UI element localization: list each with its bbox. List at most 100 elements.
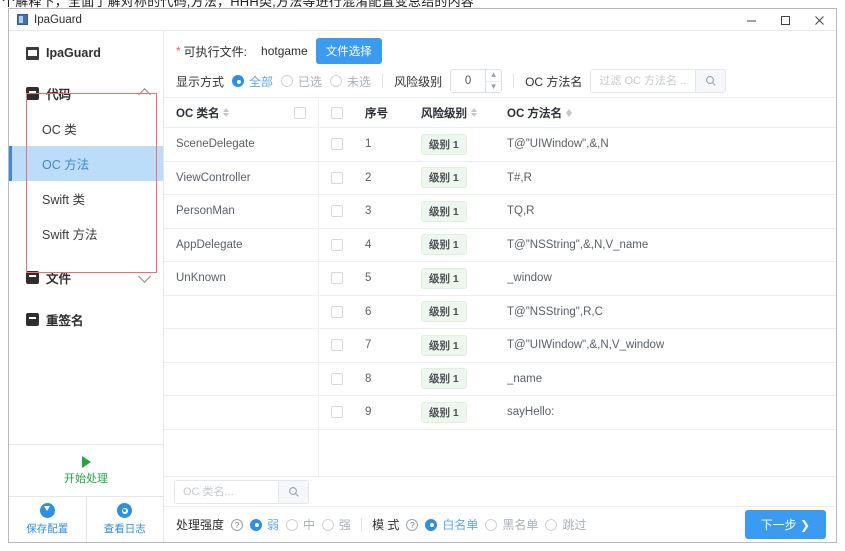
oc-class-col-name[interactable]: OC 类名	[164, 105, 282, 121]
save-config-button[interactable]: 保存配置	[9, 497, 86, 542]
row-risk: 级别 1	[409, 234, 495, 256]
oc-method-col-name[interactable]: OC 方法名	[495, 105, 836, 121]
row-checkbox[interactable]	[331, 406, 343, 419]
strength-medium[interactable]: 中	[286, 516, 315, 533]
strength-weak[interactable]: 弱	[250, 516, 279, 533]
row-checkbox-cell	[319, 339, 353, 352]
sidebar-group-file[interactable]: 文件	[9, 259, 163, 295]
table-row[interactable]: AppDelegate	[164, 229, 318, 262]
sidebar-item-oc-method-label: OC 方法	[42, 158, 90, 172]
risk-level-label: 风险级别	[394, 74, 443, 89]
row-no: 5	[365, 272, 372, 285]
mode-skip[interactable]: 跳过	[545, 516, 586, 533]
stepper-down-icon[interactable]: ▼	[486, 80, 502, 93]
row-checkbox[interactable]	[331, 305, 343, 318]
row-method-name: T@"NSString",&,N,V_name	[495, 239, 836, 251]
table-row[interactable]: UnKnown	[164, 262, 318, 296]
mode-blacklist[interactable]: 黑名单	[485, 516, 538, 533]
row-checkbox[interactable]	[331, 238, 343, 251]
maximize-button[interactable]	[768, 9, 802, 31]
radio-dot-icon	[485, 518, 498, 531]
method-filter-input[interactable]	[591, 70, 696, 92]
choose-file-button[interactable]: 文件选择	[315, 38, 382, 64]
strength-label: 处理强度	[176, 518, 225, 532]
sidebar-item-oc-method[interactable]: OC 方法	[9, 146, 163, 181]
row-checkbox-cell	[319, 138, 353, 151]
row-risk: 级别 1	[409, 334, 495, 356]
row-checkbox-cell	[319, 272, 353, 285]
tables-split: OC 类名 SceneDelegate ViewController Perso…	[164, 97, 836, 476]
risk-level-stepper[interactable]: 0 ▲ ▼	[450, 69, 503, 93]
row-method-name-text: T@"UIWindow",&,N,V_window	[507, 339, 665, 352]
table-row[interactable]: 2 级别 1 T#,R	[319, 162, 836, 195]
oc-method-col-risk[interactable]: 风险级别	[409, 105, 495, 121]
stepper-up-icon[interactable]: ▲	[486, 70, 501, 81]
table-row[interactable]: ViewController	[164, 162, 318, 195]
divider	[382, 74, 384, 88]
sidebar-item-swift-method[interactable]: Swift 方法	[9, 216, 163, 251]
table-row[interactable]: 7 级别 1 T@"UIWindow",&,N,V_window	[319, 329, 836, 363]
display-mode-unselected[interactable]: 未选	[330, 73, 371, 90]
select-all-checkbox[interactable]	[294, 106, 306, 119]
radio-dot-icon	[250, 518, 263, 531]
mode-whitelist-label: 白名单	[442, 518, 479, 532]
minimize-button[interactable]	[734, 9, 768, 31]
table-row[interactable]: 4 级别 1 T@"NSString",&,N,V_name	[319, 229, 836, 262]
sidebar-group-resign-label: 重签名	[46, 313, 84, 328]
row-no: 6	[365, 305, 372, 318]
mode-whitelist[interactable]: 白名单	[425, 516, 478, 533]
table-row[interactable]: SceneDelegate	[164, 128, 318, 162]
sidebar-group-code[interactable]: 代码	[9, 75, 163, 111]
oc-class-col-name-label: OC 类名	[176, 107, 220, 120]
next-step-button[interactable]: 下一步 ❯	[744, 510, 826, 539]
sidebar-item-swift-method-label: Swift 方法	[42, 228, 98, 242]
table-row[interactable]: 5 级别 1 _window	[319, 262, 836, 296]
display-mode-all[interactable]: 全部	[232, 73, 273, 90]
display-mode-selected[interactable]: 已选	[281, 73, 322, 90]
class-filter-search	[174, 479, 309, 504]
oc-method-col-no: 序号	[353, 105, 409, 121]
strength-strong[interactable]: 强	[322, 516, 351, 533]
table-row[interactable]: 3 级别 1 TQ,R	[319, 195, 836, 229]
mode-help-icon[interactable]: ?	[406, 518, 419, 531]
row-checkbox-cell	[319, 238, 353, 251]
view-log-button[interactable]: 查看日志	[85, 497, 164, 542]
sidebar-item-oc-class[interactable]: OC 类	[9, 111, 163, 146]
table-row[interactable]: 9 级别 1 sayHello:	[319, 396, 836, 430]
sort-icon[interactable]	[565, 108, 572, 117]
executable-file-row: * 可执行文件: hotgame 文件选择	[164, 31, 836, 65]
row-method-name: TQ,R	[495, 205, 836, 217]
table-row[interactable]: 6 级别 1 T@"NSString",R,C	[319, 296, 836, 329]
table-row[interactable]: PersonMan	[164, 195, 318, 229]
page-top-note: 个解释下，全面了解对称的代码,方法，HHH类,方法等进行混淆配置变总结的内容	[0, 0, 845, 8]
sidebar-group-resign[interactable]: 重签名	[9, 301, 163, 337]
table-row[interactable]: 1 级别 1 T@"UIWindow",&,N	[319, 128, 836, 162]
row-checkbox[interactable]	[331, 171, 343, 184]
sidebar-item-swift-class[interactable]: Swift 类	[9, 181, 163, 216]
row-method-name: _name	[495, 373, 836, 385]
row-risk: 级别 1	[409, 167, 495, 189]
select-all-checkbox[interactable]	[331, 106, 343, 119]
row-checkbox[interactable]	[331, 372, 343, 385]
strength-help-icon[interactable]: ?	[231, 518, 244, 531]
oc-method-table-header: 序号 风险级别 OC 方法名	[319, 98, 836, 128]
row-checkbox[interactable]	[331, 272, 343, 285]
table-row-empty	[164, 363, 318, 396]
close-button[interactable]	[802, 9, 836, 31]
table-row[interactable]: 8 级别 1 _name	[319, 363, 836, 396]
app-logo-icon	[17, 14, 28, 25]
oc-class-cell-name: UnKnown	[176, 272, 226, 285]
class-filter-search-button[interactable]	[278, 480, 308, 503]
start-process-button[interactable]: 开始处理	[9, 444, 163, 496]
row-checkbox[interactable]	[331, 339, 343, 352]
sort-icon[interactable]	[223, 108, 230, 117]
row-checkbox[interactable]	[331, 138, 343, 151]
row-no: 3	[365, 205, 372, 218]
class-filter-input[interactable]	[175, 480, 278, 503]
row-checkbox[interactable]	[331, 205, 343, 218]
method-filter-search-button[interactable]	[695, 70, 726, 92]
sort-icon[interactable]	[471, 108, 477, 117]
row-risk: 级别 1	[409, 200, 495, 222]
mode-blacklist-label: 黑名单	[502, 518, 539, 532]
row-no: 8	[365, 372, 372, 385]
